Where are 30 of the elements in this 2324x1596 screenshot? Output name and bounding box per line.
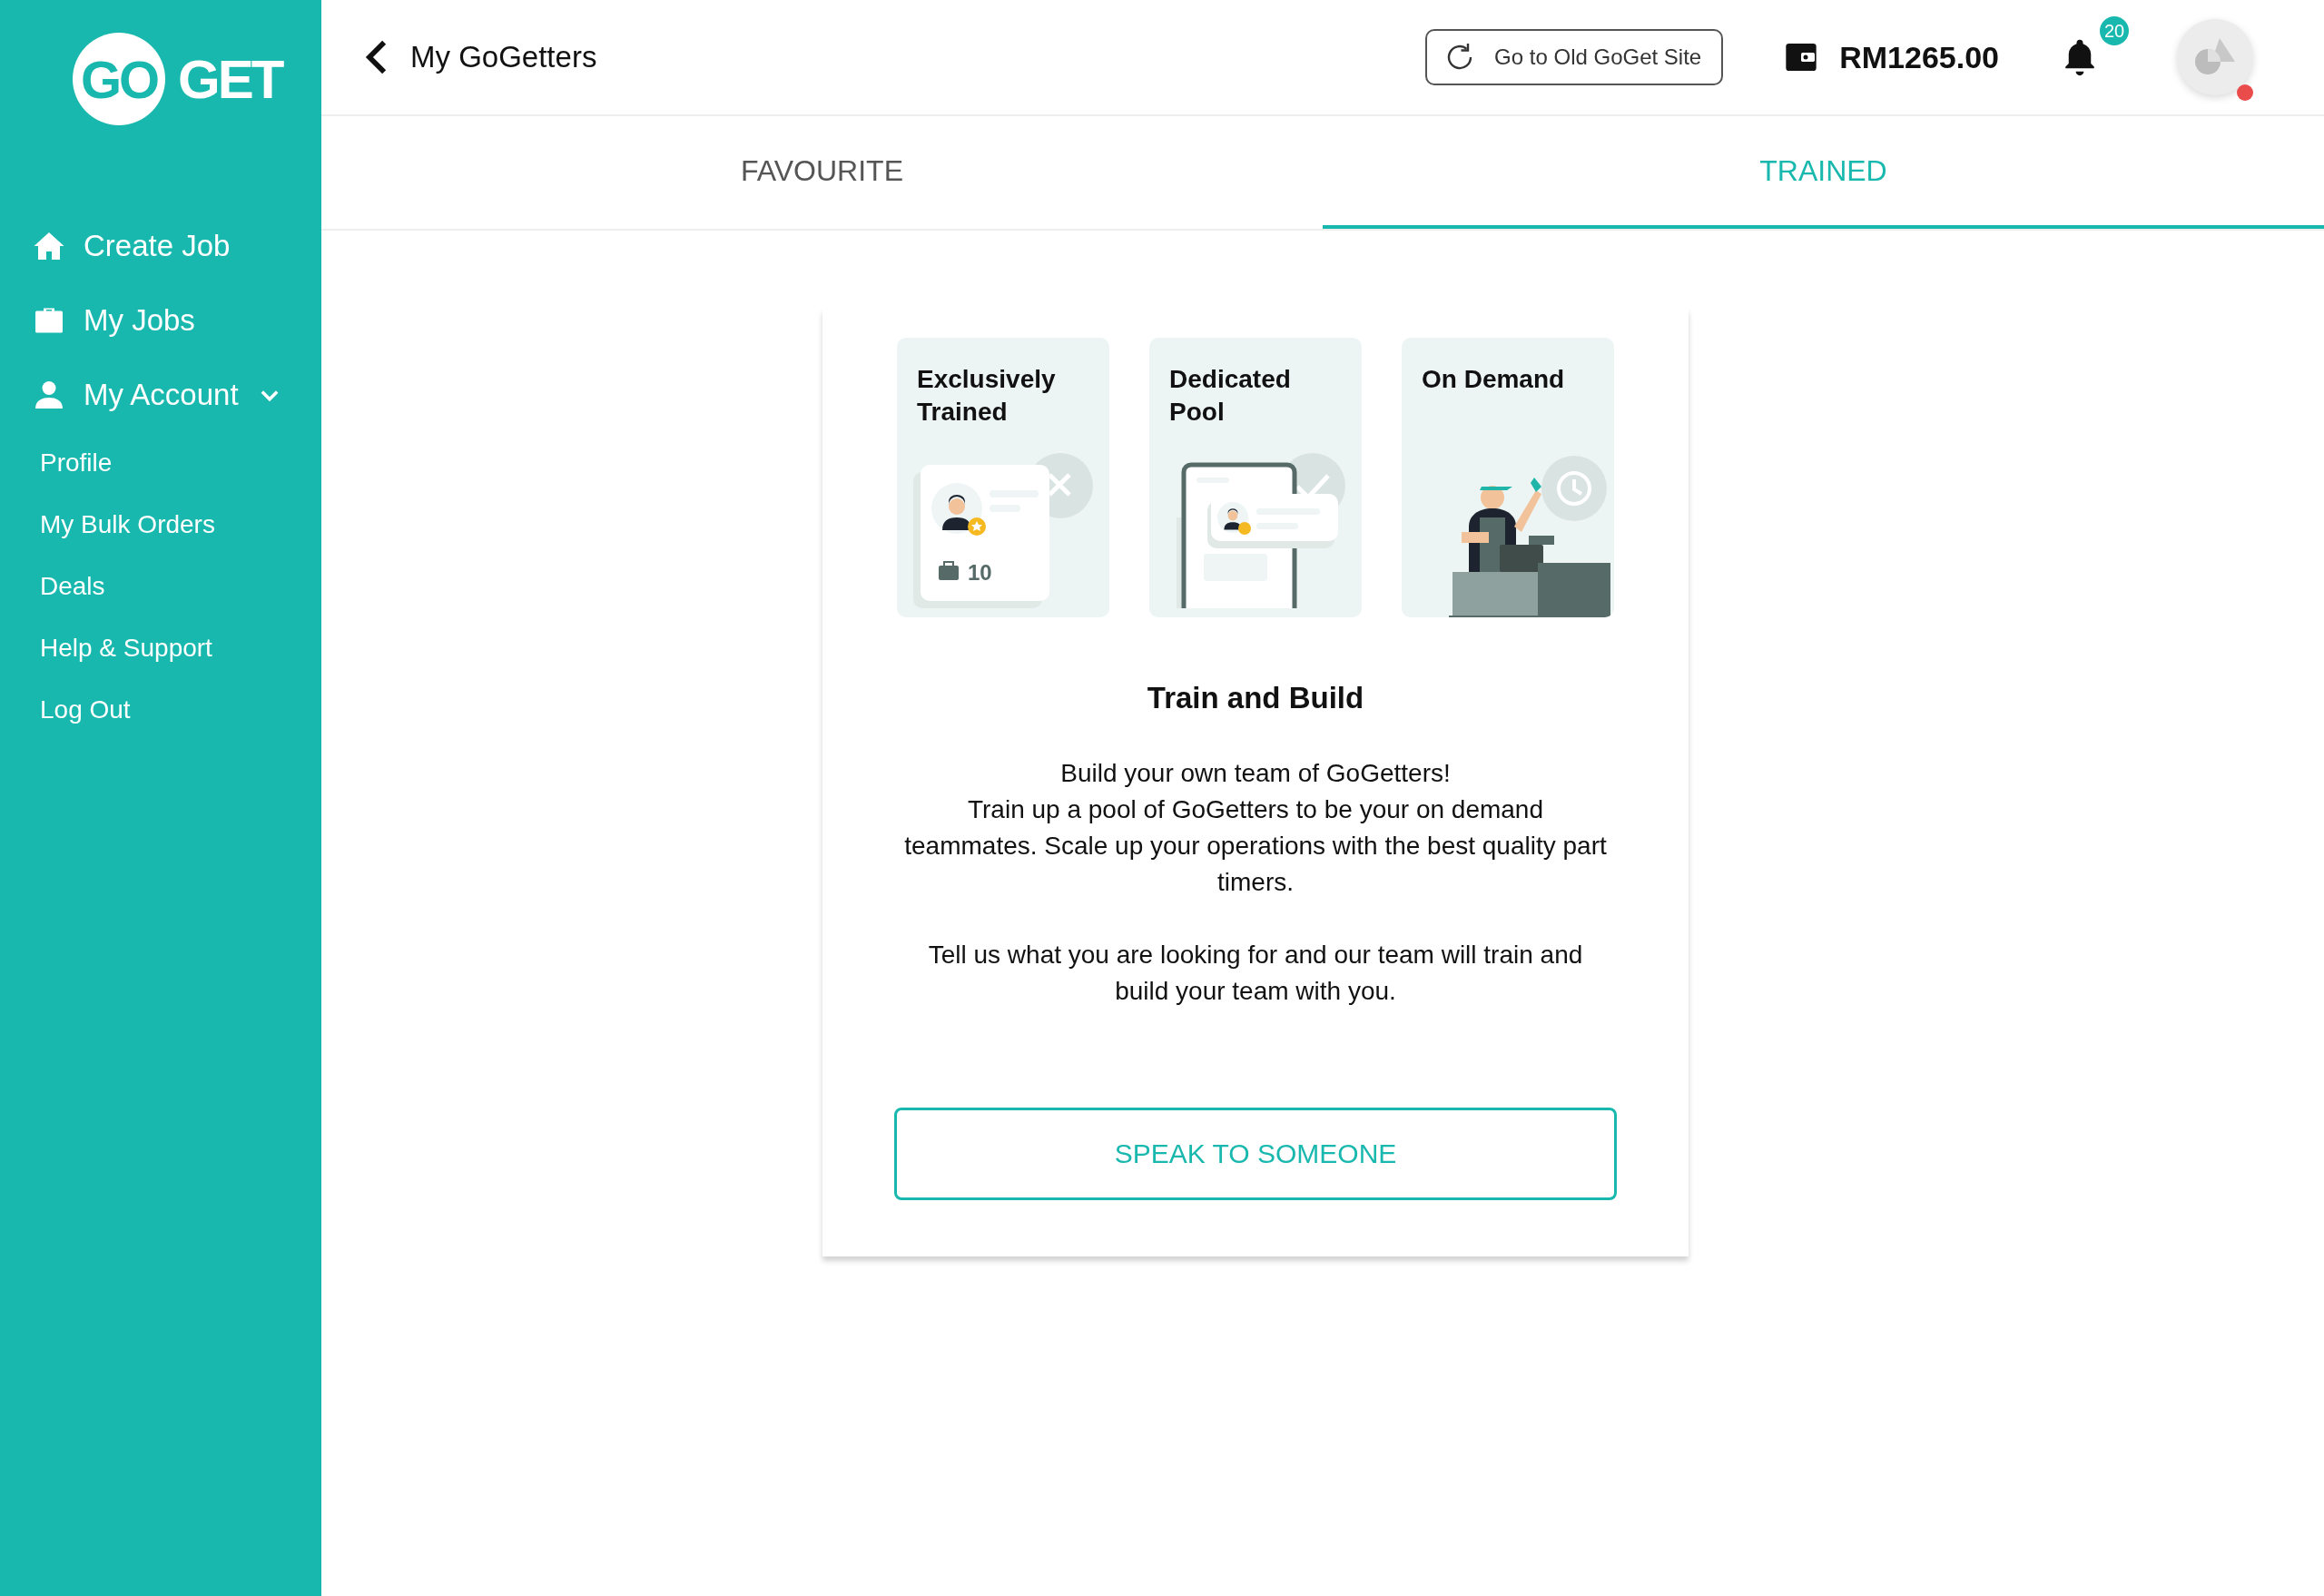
sidebar-subitem[interactable]: Log Out [0, 679, 131, 741]
person-icon [33, 379, 65, 411]
clock-badge-icon [1541, 456, 1607, 521]
sidebar-subitem[interactable]: My Bulk Orders [0, 494, 215, 556]
back-icon[interactable] [365, 39, 389, 75]
page-title: My GoGetters [410, 40, 597, 74]
speak-to-someone-button[interactable]: SPEAK TO SOMEONE [894, 1108, 1617, 1200]
balance: RM1265.00 [1839, 39, 1999, 75]
sidebar-item[interactable]: My Jobs [84, 303, 195, 338]
sidebar-subitem[interactable]: Profile [0, 432, 113, 494]
job-count: 10 [968, 560, 992, 585]
tile-title: Exclusively Trained [916, 364, 1057, 428]
logo[interactable]: GO GET [73, 33, 282, 125]
tile-title: On Demand [1421, 364, 1566, 395]
sidebar-subitem[interactable]: Deals [0, 556, 105, 617]
sidebar-item[interactable]: Create Job [84, 229, 231, 263]
tab[interactable]: FAVOURITE [321, 116, 1323, 229]
description-text: Tell us what you are looking for and our team will train and build your team with you. [927, 940, 1584, 1007]
sidebar-subitem[interactable]: Help & Support [0, 617, 212, 679]
section-heading: Train and Build [1147, 681, 1364, 715]
sidebar-item[interactable]: My Account [84, 378, 239, 412]
description-text: Build your own team of GoGetters! Train up a pool of GoGetters to be your on demand teammates. Scale up your operations with the best quality part timers. [903, 758, 1608, 898]
briefcase-icon [939, 561, 959, 580]
tile-title: Dedicated Pool [1168, 364, 1292, 428]
status-dot [2237, 84, 2253, 101]
old-site-button[interactable]: Go to Old GoGet Site [1425, 29, 1724, 85]
home-icon [33, 230, 65, 262]
avatar[interactable] [2177, 19, 2253, 95]
notification-badge: 20 [2100, 16, 2129, 45]
tab[interactable]: TRAINED [1323, 116, 2324, 229]
